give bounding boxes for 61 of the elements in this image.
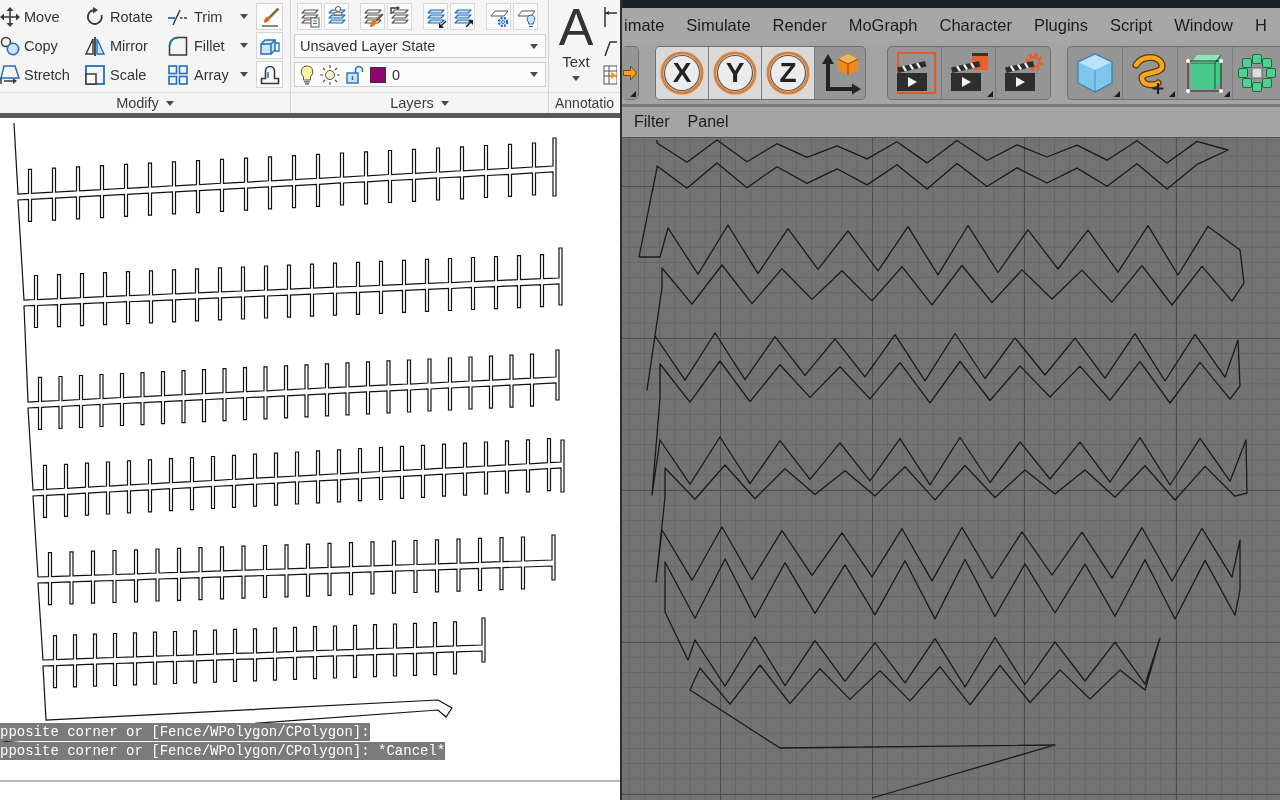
layer-tool-button[interactable] [423,3,448,30]
tool-icon-button[interactable] [256,61,283,88]
tool-button[interactable]: Scale [84,60,166,89]
axis-button[interactable]: Y [709,47,762,99]
command-line-text: pposite corner or [Fence/WPolygon/CPolygon]: [0,723,370,741]
menu-item[interactable]: Panel [687,113,729,131]
grid-squares-icon [168,64,188,85]
tool-button[interactable]: Stretch [0,60,84,89]
menu-item[interactable]: Simulate [686,15,751,35]
layer-dropdown[interactable]: 0 [294,62,546,87]
menu-item[interactable]: Filter [634,113,670,131]
tool-button[interactable]: Fillet [166,31,254,60]
scale-squares-icon [85,64,105,85]
open-padlock-icon [346,65,364,84]
table-icon[interactable] [603,63,617,87]
paintbrush-icon [259,6,280,27]
layer-tool-button[interactable] [387,3,412,30]
caret-icon [530,72,538,77]
axis-button[interactable]: Z [762,47,815,99]
move-arrows-icon [0,6,20,27]
layer-tool-button[interactable] [297,3,322,30]
tool-button[interactable]: Copy [0,31,84,60]
panel-title-button[interactable]: Layers [291,92,548,113]
layer-state-dropdown[interactable]: Unsaved Layer State [294,34,546,58]
panel-title-button[interactable]: Modify [0,92,290,113]
tool-button[interactable]: Trim [166,2,254,31]
layer-tool-button[interactable] [450,3,475,30]
caret-icon [165,100,174,106]
menu-item[interactable]: H [1254,15,1267,35]
text-tool-button[interactable]: A Text [549,3,603,87]
command-line-text: pposite corner or [Fence/WPolygon/CPolygon]: *Cancel* [0,742,446,760]
menu-item[interactable]: MoGraph [848,15,918,35]
ring-icon [713,51,757,95]
ring-icon [766,51,810,95]
rotate-icon [85,6,105,27]
light-bulb-icon [300,64,314,85]
dimension-icon[interactable] [603,5,617,29]
cube-icon [1075,52,1115,94]
menu-item[interactable]: Plugins [1033,15,1089,35]
tool-button[interactable]: Mirror [84,31,166,60]
profile-shape-icon [259,64,280,85]
mirror-icon [85,35,105,56]
axis-button[interactable]: X [656,47,709,99]
fillet-icon [168,35,188,56]
tool-button[interactable]: Move [0,2,84,31]
stretch-icon [0,64,20,85]
ring-icon [660,51,704,95]
caret-icon [440,100,449,106]
menu-item[interactable]: Script [1110,15,1153,35]
arrow-icon [623,64,637,82]
menu-item[interactable]: Window [1174,15,1233,35]
menu-item[interactable]: Character [939,15,1012,35]
tool-icon-button[interactable] [256,3,283,30]
layer-tool-button[interactable] [360,3,385,30]
sun-icon [320,64,340,85]
menu-item[interactable]: Render [772,15,827,35]
caret-icon [530,43,538,49]
tool-button[interactable]: Rotate [84,2,166,31]
tool-button[interactable]: Array [166,60,254,89]
menu-item[interactable]: imate [624,15,665,35]
copy-circles-icon [0,35,20,56]
